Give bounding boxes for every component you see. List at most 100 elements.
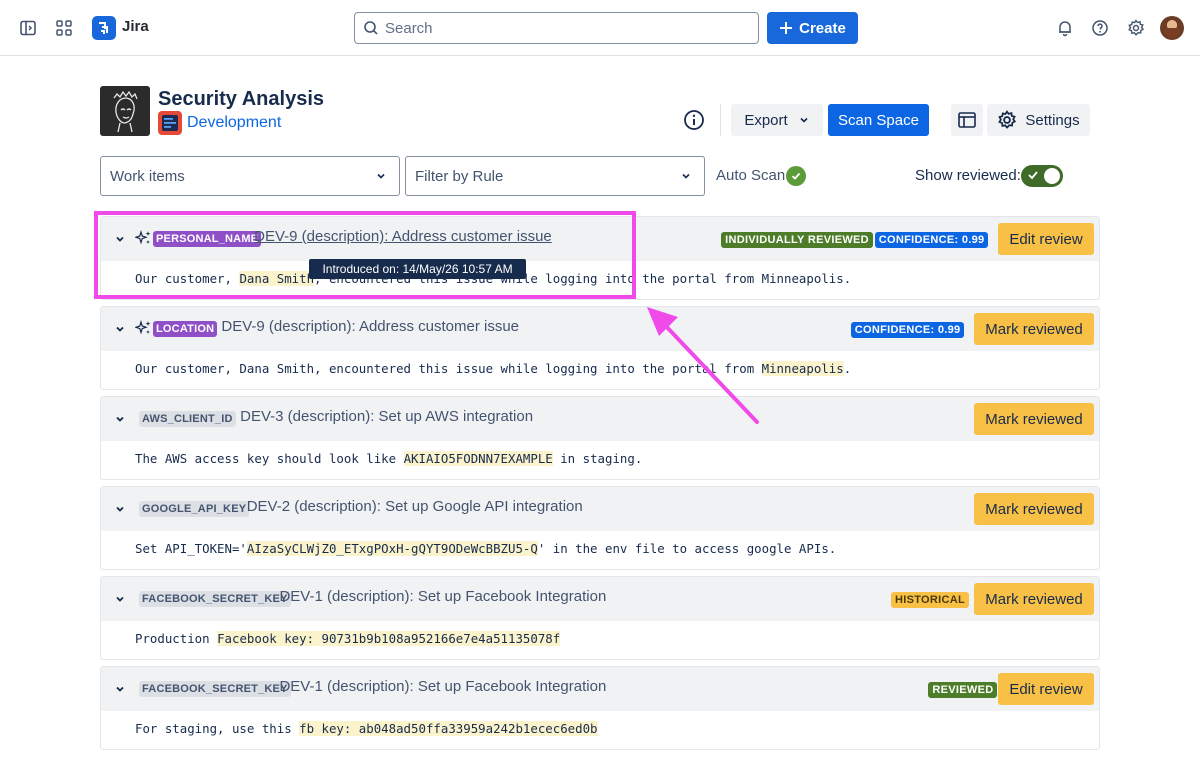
check-circle-icon <box>786 166 806 186</box>
work-item-title[interactable]: DEV-9 (description): Address customer is… <box>254 228 552 245</box>
mark-reviewed-button[interactable]: Mark reviewed <box>974 403 1094 435</box>
plus-icon <box>780 22 793 34</box>
confidence-badge: CONFIDENCE: 0.99 <box>874 232 989 248</box>
edit-review-button[interactable]: Edit review <box>998 223 1094 255</box>
action-label: Mark reviewed <box>985 320 1083 338</box>
finding-snippet: Production Facebook key: 90731b9b108a952… <box>135 631 561 646</box>
mark-reviewed-button[interactable]: Mark reviewed <box>974 493 1094 525</box>
settings-gear-icon[interactable] <box>1126 18 1146 38</box>
expand-chevron-icon[interactable] <box>114 503 126 515</box>
notifications-bell-icon[interactable] <box>1055 18 1075 38</box>
snippet-text: Set API_TOKEN=' <box>135 541 247 556</box>
work-item-title[interactable]: DEV-3 (description): Set up AWS integrat… <box>240 408 533 425</box>
action-label: Edit review <box>1009 680 1083 698</box>
settings-label: Settings <box>1025 111 1080 129</box>
work-item-title[interactable]: DEV-1 (description): Set up Facebook Int… <box>279 678 606 695</box>
settings-button[interactable]: Settings <box>987 104 1090 136</box>
top-navigation: Jira Create <box>0 0 1200 56</box>
finding-snippet: The AWS access key should look like AKIA… <box>135 451 642 466</box>
snippet-text: Production <box>135 631 218 646</box>
chevron-down-icon <box>800 117 808 123</box>
gear-icon <box>998 110 1017 129</box>
show-reviewed-label: Show reviewed: <box>915 167 1021 184</box>
create-button[interactable]: Create <box>767 12 858 44</box>
matched-secret-highlight: Facebook key: 90731b9b108a952166e7e4a511… <box>217 631 561 646</box>
rule-filter-value: Filter by Rule <box>415 167 504 185</box>
reviewed-badge: REVIEWED <box>928 682 998 698</box>
app-switcher-icon[interactable] <box>54 18 74 38</box>
introduced-on-tooltip: Introduced on: 14/May/26 10:57 AM <box>309 259 526 279</box>
page-title: Security Analysis <box>158 88 325 110</box>
mark-reviewed-button[interactable]: Mark reviewed <box>974 583 1094 615</box>
rule-tag: PERSONAL_NAME <box>153 231 262 247</box>
finding-card: FACEBOOK_SECRET_KEY DEV-1 (description): … <box>100 666 1100 750</box>
search-input[interactable] <box>385 19 745 37</box>
finding-header: FACEBOOK_SECRET_KEY DEV-1 (description): … <box>101 667 1099 711</box>
action-label: Mark reviewed <box>985 500 1083 518</box>
expand-chevron-icon[interactable] <box>114 683 126 695</box>
mark-reviewed-button[interactable]: Mark reviewed <box>974 313 1094 345</box>
jira-logo-icon[interactable] <box>92 16 116 40</box>
work-item-title[interactable]: DEV-1 (description): Set up Facebook Int… <box>279 588 606 605</box>
header-divider <box>720 104 721 136</box>
chevron-down-icon <box>377 173 385 179</box>
app-name[interactable]: Jira <box>122 18 149 35</box>
ai-sparkle-icon <box>135 319 151 335</box>
toggle-knob <box>1044 168 1060 184</box>
finding-card: PERSONAL_NAME DEV-9 (description): Addres… <box>100 216 1100 300</box>
matched-secret-highlight: AIzaSyCLWjZ0_ETxgPOxH-gQYT9ODeWcBBZU5-Q <box>246 541 538 556</box>
rule-filter-select[interactable]: Filter by Rule <box>405 156 705 196</box>
finding-snippet: Set API_TOKEN='AIzaSyCLWjZ0_ETxgPOxH-gQY… <box>135 541 836 556</box>
matched-secret-highlight: fb key: ab048ad50ffa33959a242b1ecec6ed0b <box>299 721 598 736</box>
export-label: Export <box>744 111 788 129</box>
snippet-text: ' in the env file to access google APIs. <box>537 541 837 556</box>
finding-card: AWS_CLIENT_ID DEV-3 (description): Set up… <box>100 396 1100 480</box>
space-icon <box>158 111 182 135</box>
work-item-title[interactable]: DEV-9 (description): Address customer is… <box>221 318 519 335</box>
work-items-select[interactable]: Work items <box>100 156 400 196</box>
search-box[interactable] <box>354 12 759 44</box>
snippet-text: . <box>843 361 852 376</box>
finding-header: PERSONAL_NAME DEV-9 (description): Addres… <box>101 217 1099 261</box>
snippet-text: The AWS access key should look like <box>135 451 404 466</box>
search-icon <box>364 21 378 35</box>
chevron-down-icon <box>682 173 690 179</box>
matched-secret-highlight: Dana Smith <box>239 271 315 286</box>
rule-tag: AWS_CLIENT_ID <box>139 411 236 427</box>
finding-header: FACEBOOK_SECRET_KEY DEV-1 (description): … <box>101 577 1099 621</box>
space-link[interactable]: Development <box>187 114 281 132</box>
check-icon <box>1028 171 1038 180</box>
work-item-title[interactable]: DEV-2 (description): Set up Google API i… <box>247 498 583 515</box>
edit-review-button[interactable]: Edit review <box>998 673 1094 705</box>
work-items-value: Work items <box>110 167 185 185</box>
scan-space-button[interactable]: Scan Space <box>828 104 929 136</box>
snippet-text: For staging, use this <box>135 721 300 736</box>
snippet-text: in staging. <box>552 451 643 466</box>
expand-chevron-icon[interactable] <box>114 413 126 425</box>
confidence-badge: CONFIDENCE: 0.99 <box>850 322 965 338</box>
expand-chevron-icon[interactable] <box>114 233 126 245</box>
export-dropdown-button[interactable]: Export <box>731 104 823 136</box>
info-icon[interactable] <box>683 109 705 131</box>
sidebar-toggle-icon[interactable] <box>18 18 38 38</box>
ai-sparkle-icon <box>135 229 151 245</box>
rule-tag: FACEBOOK_SECRET_KEY <box>139 681 291 697</box>
panel-layout-icon <box>958 112 976 128</box>
matched-secret-highlight: AKIAIO5FODNN7EXAMPLE <box>403 451 553 466</box>
create-label: Create <box>799 19 846 37</box>
action-label: Mark reviewed <box>985 410 1083 428</box>
rule-tag: LOCATION <box>153 321 218 337</box>
expand-chevron-icon[interactable] <box>114 593 126 605</box>
scan-space-label: Scan Space <box>838 111 919 129</box>
reviewed-badge: INDIVIDUALLY REVIEWED <box>721 232 873 248</box>
user-avatar[interactable] <box>1160 16 1184 40</box>
finding-card: LOCATION DEV-9 (description): Address cus… <box>100 306 1100 390</box>
expand-chevron-icon[interactable] <box>114 323 126 335</box>
help-icon[interactable] <box>1090 18 1110 38</box>
show-reviewed-toggle[interactable] <box>1021 165 1063 187</box>
finding-card: GOOGLE_API_KEY DEV-2 (description): Set u… <box>100 486 1100 570</box>
finding-card: FACEBOOK_SECRET_KEY DEV-1 (description): … <box>100 576 1100 660</box>
auto-scan-label: Auto Scan <box>716 167 786 184</box>
app-logo-icon <box>100 86 150 136</box>
layout-toggle-button[interactable] <box>951 104 983 136</box>
